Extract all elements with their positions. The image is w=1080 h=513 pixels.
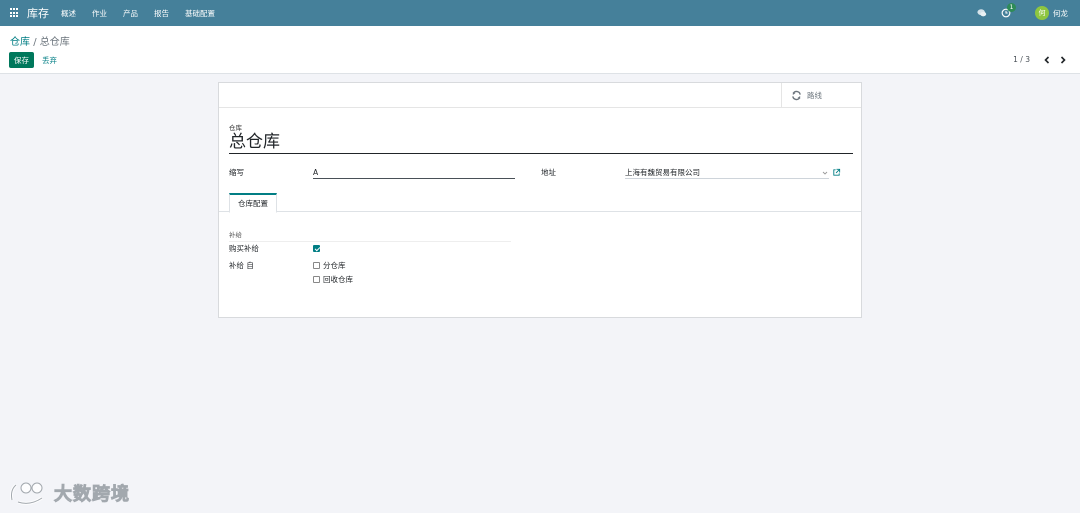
code-label: 缩写 [229, 168, 244, 177]
warehouse-name-input[interactable]: 总仓库 [229, 131, 853, 154]
menu-overview[interactable]: 概述 [61, 8, 76, 19]
resupply-option-checkbox[interactable] [313, 262, 320, 269]
external-link-icon[interactable] [832, 168, 841, 177]
discard-button[interactable]: 丢弃 [38, 52, 61, 68]
save-button[interactable]: 保存 [9, 52, 34, 68]
button-box: 路线 [219, 83, 861, 108]
watermark-text: 大数跨境 [54, 484, 130, 506]
menu-operations[interactable]: 作业 [92, 8, 107, 19]
buy-resupply-label: 购买补给 [229, 244, 259, 253]
chevron-left-icon[interactable] [1042, 55, 1052, 65]
address-label: 地址 [541, 168, 556, 177]
resupply-option-checkbox[interactable] [313, 276, 320, 283]
app-name[interactable]: 库存 [27, 5, 49, 21]
top-navbar: 库存 概述 作业 产品 报告 基础配置 1 何 何龙 [0, 0, 1080, 26]
menu-configuration[interactable]: 基础配置 [185, 8, 215, 19]
form-sheet: 路线 仓库 总仓库 缩写 A 地址 上海有魏贸易有限公司 仓库配置 补给 购买补… [218, 82, 862, 318]
breadcrumb-separator: / [33, 37, 37, 48]
caret-down-icon[interactable] [822, 170, 828, 176]
breadcrumb: 仓库 / 总仓库 [10, 33, 70, 48]
refresh-icon [792, 90, 801, 100]
user-name[interactable]: 何龙 [1053, 8, 1068, 19]
code-input[interactable]: A [313, 167, 515, 179]
routes-button[interactable]: 路线 [781, 83, 861, 107]
routes-button-label: 路线 [807, 90, 822, 100]
chevron-right-icon[interactable] [1058, 55, 1068, 65]
resupply-option-label: 回收仓库 [323, 275, 353, 284]
control-panel: 仓库 / 总仓库 保存 丢弃 1 / 3 [0, 26, 1080, 74]
resupply-from-label: 补给 自 [229, 261, 254, 270]
resupply-option-label: 分仓库 [323, 261, 346, 270]
resupply-group-title: 补给 [229, 229, 511, 242]
watermark-logo-icon [10, 482, 43, 505]
breadcrumb-parent-link[interactable]: 仓库 [10, 37, 30, 48]
navbar-systray: 1 何 何龙 [977, 0, 1080, 26]
user-avatar[interactable]: 何 [1035, 6, 1049, 20]
menu-reporting[interactable]: 报告 [154, 8, 169, 19]
breadcrumb-current: 总仓库 [39, 37, 70, 48]
watermark: 大数跨境 [8, 478, 130, 508]
pager-value[interactable]: 1 / 3 [1013, 55, 1030, 64]
buy-resupply-checkbox[interactable] [313, 245, 320, 252]
address-select[interactable]: 上海有魏贸易有限公司 [625, 167, 829, 179]
menu-products[interactable]: 产品 [123, 8, 138, 19]
chat-icon[interactable] [977, 8, 987, 18]
tab-warehouse-config[interactable]: 仓库配置 [229, 193, 277, 213]
notebook-tabs: 仓库配置 [219, 191, 861, 213]
apps-menu-icon[interactable] [10, 8, 20, 18]
activity-count-badge: 1 [1007, 3, 1016, 12]
activity-button[interactable]: 1 [1001, 3, 1016, 19]
